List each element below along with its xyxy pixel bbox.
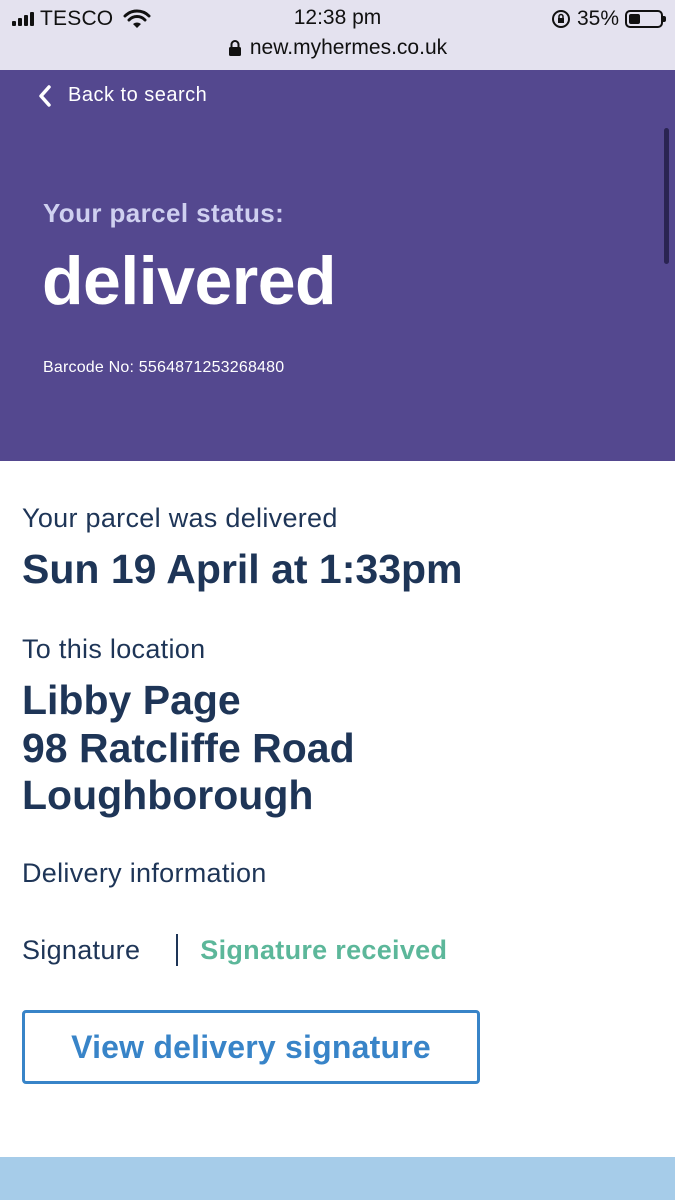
back-to-search-link[interactable]: Back to search	[38, 84, 207, 107]
signature-label: Signature	[22, 934, 141, 965]
divider	[176, 934, 179, 966]
parcel-status-header: Back to search Your parcel status: deliv…	[0, 70, 675, 461]
url-bar[interactable]: new.myhermes.co.uk	[0, 34, 675, 62]
battery-level	[629, 14, 640, 24]
location-label: To this location	[22, 634, 206, 664]
barcode-number: Barcode No: 5564871253268480	[43, 359, 285, 376]
status-value: delivered	[42, 243, 337, 319]
signature-row: Signature Signature received	[22, 932, 447, 968]
back-to-search-label: Back to search	[68, 84, 208, 106]
battery-percent: 35%	[576, 7, 619, 30]
delivery-info-label: Delivery information	[22, 858, 267, 888]
ios-status-bar: TESCO 12:38 pm 35% new.myhermes.co.uk	[0, 0, 675, 70]
battery-icon	[625, 10, 666, 28]
address-name: Libby Page	[22, 677, 241, 723]
padlock-icon	[228, 40, 241, 56]
delivered-label: Your parcel was delivered	[22, 503, 338, 533]
address-street: 98 Ratcliffe Road	[22, 725, 355, 771]
signature-status: Signature received	[200, 934, 448, 965]
delivered-datetime: Sun 19 April at 1:33pm	[22, 546, 463, 592]
chevron-left-icon	[39, 84, 51, 107]
footer-section	[0, 1157, 675, 1200]
status-label: Your parcel status:	[43, 198, 285, 228]
url-text: new.myhermes.co.uk	[249, 36, 448, 59]
address-town: Loughborough	[22, 772, 314, 818]
scrollbar[interactable]	[664, 128, 669, 264]
orientation-lock-icon	[551, 10, 570, 28]
view-delivery-signature-button[interactable]: View delivery signature	[22, 1010, 480, 1084]
status-right: 35%	[551, 6, 666, 32]
